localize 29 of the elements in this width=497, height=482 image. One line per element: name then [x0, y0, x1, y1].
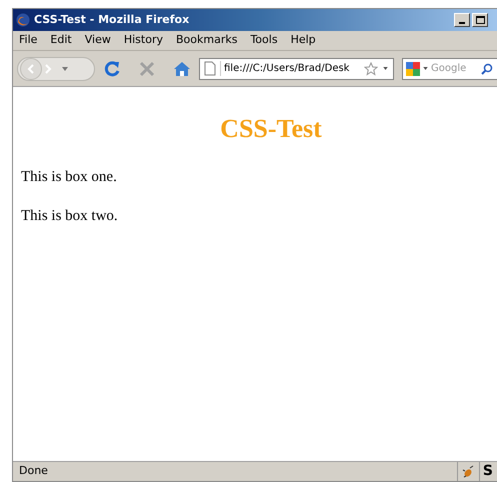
dropdown-caret-icon	[62, 66, 68, 70]
paragraph: This is box one.	[21, 168, 118, 187]
paragraph: This is box two.	[21, 206, 119, 226]
dropdown-caret-icon[interactable]	[423, 67, 428, 70]
menu-item[interactable]: Tools	[250, 32, 278, 49]
page-icon	[204, 61, 216, 76]
search-input[interactable]: Google	[431, 61, 481, 76]
menu-item[interactable]: Help	[290, 32, 316, 49]
search-icon[interactable]	[481, 62, 493, 74]
page-heading: CSS-Test	[219, 113, 323, 145]
maximize-button[interactable]	[472, 13, 488, 27]
menu-item[interactable]: File	[19, 32, 38, 49]
address-field[interactable]: file:///C:/Users/Brad/Desk	[199, 58, 394, 80]
menu-item[interactable]: Edit	[50, 32, 72, 49]
menu-item[interactable]: History	[124, 32, 163, 49]
dropdown-caret-icon[interactable]	[383, 67, 388, 70]
search-field[interactable]: Google	[402, 58, 497, 80]
home-icon[interactable]	[173, 60, 191, 76]
bug-icon[interactable]	[462, 465, 475, 478]
window-title: CSS-Test - Mozilla Firefox	[34, 12, 190, 28]
search-engine-logo-icon	[406, 62, 420, 76]
menu-item[interactable]: Bookmarks	[176, 32, 238, 49]
addon-icon-label[interactable]: S	[478, 462, 496, 481]
status-text: Done	[19, 463, 48, 480]
reload-icon[interactable]	[103, 60, 121, 78]
star-icon[interactable]	[364, 62, 378, 76]
menu-item[interactable]: View	[84, 32, 111, 49]
address-text: file:///C:/Users/Brad/Desk	[220, 61, 350, 76]
minimize-button[interactable]	[454, 13, 470, 27]
